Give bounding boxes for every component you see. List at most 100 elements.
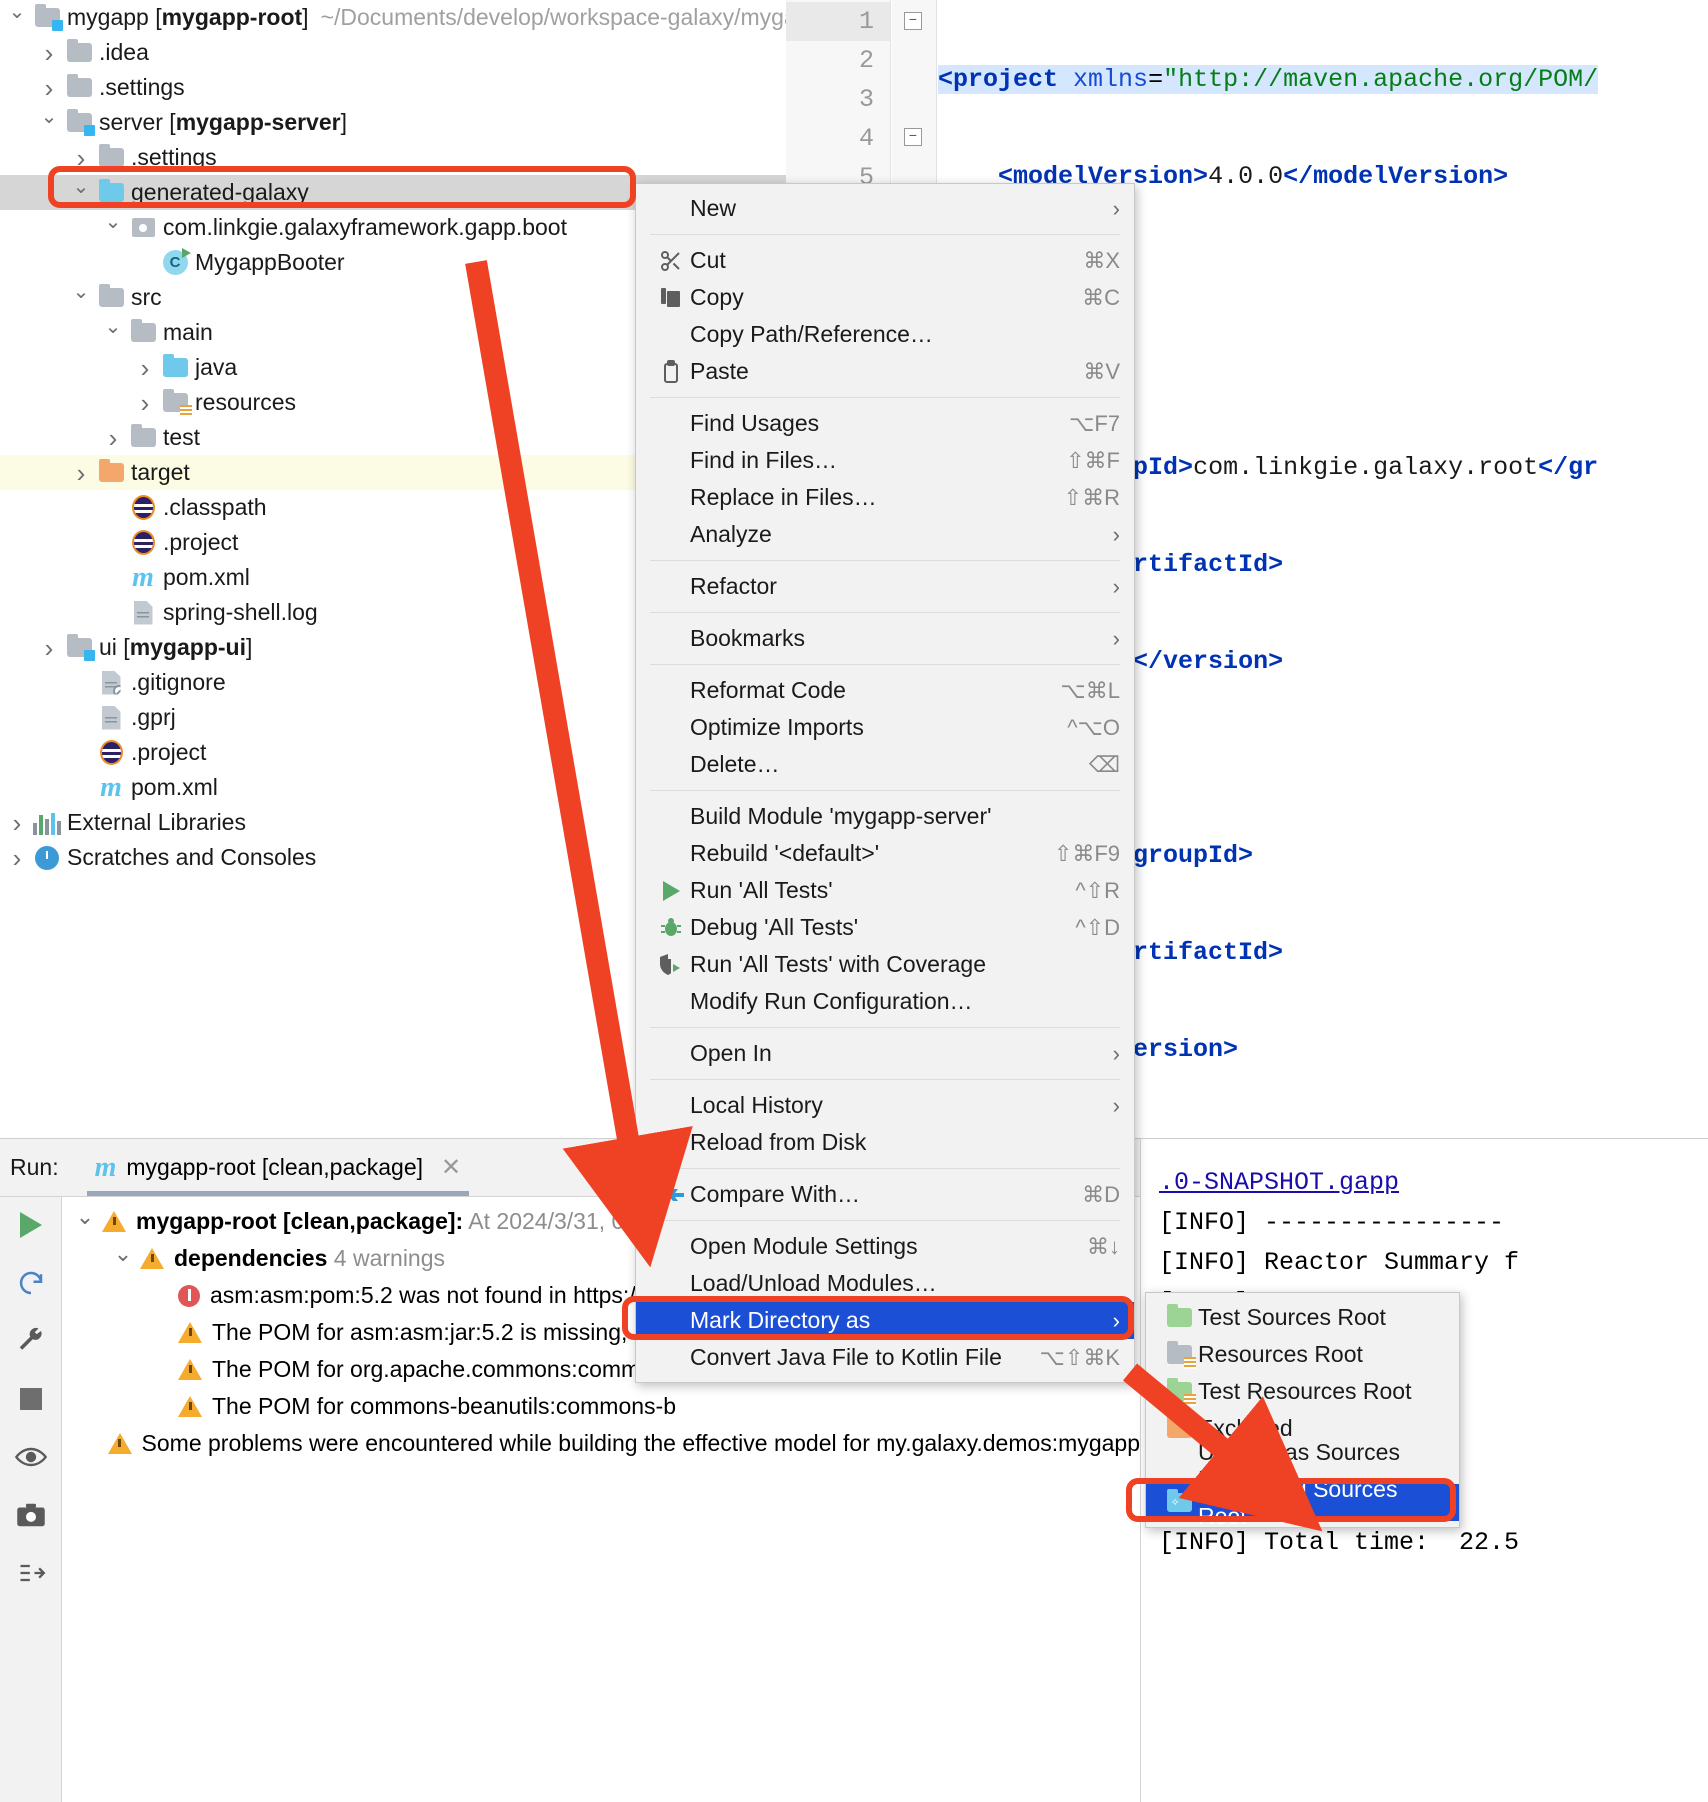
menu-item-mark-directory-as[interactable]: Mark Directory as › [636, 1302, 1134, 1339]
chevron-down-icon[interactable] [100, 323, 126, 343]
menu-item-copy[interactable]: Copy ⌘C [636, 279, 1134, 316]
run-tab[interactable]: m mygapp-root [clean,package] ✕ [81, 1140, 476, 1196]
rerun-icon[interactable] [13, 1265, 49, 1301]
chevron-right-icon[interactable] [36, 75, 62, 101]
chevron-down-icon[interactable] [100, 218, 126, 238]
chevron-right-icon[interactable] [68, 460, 94, 486]
close-icon[interactable]: ✕ [441, 1153, 461, 1182]
tree-row[interactable]: .settings [0, 70, 786, 105]
submenu-item-generated-sources-root[interactable]: ✧ Generated Sources Root [1146, 1476, 1459, 1529]
tree-row-label: resources [195, 389, 296, 415]
chevron-right-icon[interactable] [4, 810, 30, 836]
menu-item-label: Convert Java File to Kotlin File [690, 1344, 1002, 1370]
wrench-icon[interactable] [13, 1323, 49, 1359]
menu-item-label: Load/Unload Modules… [690, 1270, 937, 1296]
run-tree-row-label: The POM for asm:asm:jar:5.2 is missing, … [212, 1319, 692, 1345]
menu-item-refactor[interactable]: Refactor › [636, 568, 1134, 605]
menu-item-cut[interactable]: Cut ⌘X [636, 242, 1134, 279]
menu-item-run-all-tests-with-coverage[interactable]: Run 'All Tests' with Coverage [636, 946, 1134, 983]
submenu-item-test-resources-root[interactable]: Test Resources Root [1146, 1373, 1459, 1410]
menu-item-new[interactable]: New › [636, 190, 1134, 227]
chevron-down-icon[interactable] [4, 8, 30, 28]
export-icon[interactable] [13, 1555, 49, 1591]
chevron-down-icon[interactable] [106, 1246, 140, 1272]
chevron-right-icon[interactable] [132, 390, 158, 416]
resources-folder-icon [1160, 1341, 1198, 1369]
chevron-right-icon[interactable] [68, 145, 94, 171]
file-icon [94, 705, 128, 730]
chevron-down-icon[interactable] [68, 183, 94, 203]
chevron-right-icon: › [1112, 1092, 1120, 1118]
camera-icon[interactable] [13, 1497, 49, 1533]
tree-row[interactable]: mygapp [mygapp-root]~/Documents/develop/… [0, 0, 786, 35]
menu-item-modify-run-configuration[interactable]: Modify Run Configuration… [636, 983, 1134, 1020]
menu-item-delete[interactable]: Delete… ⌫ [636, 746, 1134, 783]
fold-marker-icon[interactable]: − [904, 12, 922, 30]
menu-item-find-usages[interactable]: Find Usages ⌥F7 [636, 405, 1134, 442]
menu-item-reload-from-disk[interactable]: Reload from Disk [636, 1124, 1134, 1161]
run-tree-row[interactable]: The POM for commons-beanutils:commons-b [62, 1388, 1140, 1425]
run-tree-row[interactable]: Some problems were encountered while bui… [62, 1425, 1140, 1462]
sources-folder-icon [94, 179, 128, 202]
run-icon[interactable] [13, 1207, 49, 1243]
menu-item-replace-in-files[interactable]: Replace in Files… ⇧⌘R [636, 479, 1134, 516]
menu-item-open-in[interactable]: Open In › [636, 1035, 1134, 1072]
menu-item-optimize-imports[interactable]: Optimize Imports ^⌥O [636, 709, 1134, 746]
maven-icon: m [132, 561, 154, 593]
submenu-item-test-sources-root[interactable]: Test Sources Root [1146, 1299, 1459, 1336]
menu-item-find-in-files[interactable]: Find in Files… ⇧⌘F [636, 442, 1134, 479]
menu-item-label: Bookmarks [690, 625, 806, 651]
maven-icon: m [100, 771, 122, 803]
chevron-down-icon[interactable] [36, 113, 62, 133]
menu-item-load-unload-modules[interactable]: Load/Unload Modules… [636, 1265, 1134, 1302]
menu-item-rebuild-default[interactable]: Rebuild '<default>' ⇧⌘F9 [636, 835, 1134, 872]
mark-directory-as-submenu[interactable]: Test Sources Root Resources Root Test Reso… [1145, 1292, 1460, 1529]
menu-item-analyze[interactable]: Analyze › [636, 516, 1134, 553]
menu-item-bookmarks[interactable]: Bookmarks › [636, 620, 1134, 657]
run-toolbar[interactable] [0, 1197, 62, 1802]
generated-sources-root-icon: ✧ [1160, 1489, 1198, 1512]
project-context-menu[interactable]: New › Cut ⌘X Copy ⌘C Copy Path/Reference… Paste… [635, 183, 1135, 1383]
line-number: 3 [858, 85, 874, 114]
line-number: 1 [786, 2, 890, 41]
menu-item-paste[interactable]: Paste ⌘V [636, 353, 1134, 390]
chevron-right-icon[interactable] [132, 355, 158, 381]
submenu-item-label: Test Sources Root [1198, 1304, 1386, 1330]
chevron-right-icon[interactable] [100, 425, 126, 451]
tree-row[interactable]: .settings [0, 140, 786, 175]
eye-icon[interactable] [13, 1439, 49, 1475]
chevron-right-icon[interactable] [4, 845, 30, 871]
menu-separator [650, 612, 1120, 613]
menu-item-copy-path-reference[interactable]: Copy Path/Reference… [636, 316, 1134, 353]
submenu-item-resources-root[interactable]: Resources Root [1146, 1336, 1459, 1373]
menu-item-debug-all-tests[interactable]: Debug 'All Tests' ^⇧D [636, 909, 1134, 946]
tree-row-label: java [195, 354, 238, 380]
fold-marker-icon[interactable]: − [904, 128, 922, 146]
chevron-down-icon[interactable] [68, 288, 94, 308]
menu-item-local-history[interactable]: Local History › [636, 1087, 1134, 1124]
menu-item-build-module-mygapp-server[interactable]: Build Module 'mygapp-server' [636, 798, 1134, 835]
menu-item-shortcut: ^⌥O [1067, 714, 1120, 740]
run-icon [652, 880, 690, 901]
console-link[interactable]: .0-SNAPSHOT.gapp [1159, 1168, 1399, 1197]
menu-item-open-module-settings[interactable]: Open Module Settings ⌘↓ [636, 1228, 1134, 1265]
tree-row[interactable]: server [mygapp-server] [0, 105, 786, 140]
chevron-right-icon[interactable] [36, 635, 62, 661]
menu-item-label: Paste [690, 358, 749, 384]
copy-icon [652, 286, 690, 310]
chevron-right-icon[interactable] [36, 40, 62, 66]
menu-item-shortcut: ^⇧R [1075, 877, 1120, 903]
warning-icon [178, 1359, 202, 1380]
menu-item-run-all-tests[interactable]: Run 'All Tests' ^⇧R [636, 872, 1134, 909]
menu-item-compare-with[interactable]: Compare With… ⌘D [636, 1176, 1134, 1213]
sources-folder-icon [158, 354, 192, 377]
eclipse-file-icon [126, 495, 160, 520]
menu-item-convert-java-file-to-kotlin-file[interactable]: Convert Java File to Kotlin File ⌥⇧⌘K [636, 1339, 1134, 1376]
menu-separator [650, 1079, 1120, 1080]
menu-item-shortcut: ^⇧D [1075, 914, 1120, 940]
chevron-down-icon[interactable] [68, 1209, 102, 1235]
tree-row[interactable]: .idea [0, 35, 786, 70]
console-line: [INFO] Reactor Summary f [1159, 1248, 1520, 1277]
menu-item-reformat-code[interactable]: Reformat Code ⌥⌘L [636, 672, 1134, 709]
stop-icon[interactable] [13, 1381, 49, 1417]
